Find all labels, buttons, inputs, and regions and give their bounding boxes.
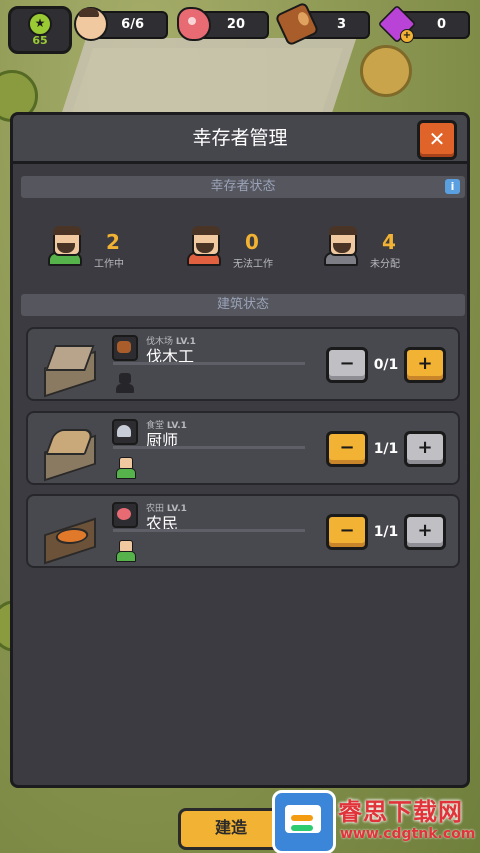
building-card-canteen: 食堂 LV.1 厨师 − 1/1 + [26,411,460,485]
map-tree [360,45,412,97]
increase-button[interactable]: + [404,514,446,550]
star-icon: ★ [28,12,52,36]
meat-count: 20 [226,17,245,32]
survivor-status-label: 幸存者状态 [210,179,276,194]
canteen-icon [38,421,98,482]
increase-button[interactable]: + [404,347,446,383]
stat-unassigned: 4 未分配 [324,226,444,272]
decrease-button[interactable]: − [326,514,368,550]
divider [113,446,305,449]
survivor-counter[interactable]: 6/6 [74,7,168,41]
increase-button[interactable]: + [404,431,446,467]
food-dome-icon [112,419,138,445]
working-label: 工作中 [94,259,124,270]
worker-count: 0/1 [373,357,399,373]
worker-slot-filled-icon[interactable] [116,457,136,479]
building-status-header: 建筑状态 [21,294,465,316]
level-value: 65 [32,34,48,47]
level-badge[interactable]: ★ 65 [8,6,72,54]
survivor-working-icon [48,226,82,266]
wood-counter[interactable]: 3 [274,1,370,47]
close-button[interactable]: ✕ [417,120,457,160]
farm-icon [38,504,98,565]
unable-count: 0 [245,230,259,254]
survivor-management-panel: 幸存者管理 ✕ 幸存者状态 i 2 工作中 0 无法工作 4 未分配 建筑状态 … [10,112,470,788]
survivor-icon [74,7,108,41]
panel-title: 幸存者管理 [192,127,288,149]
watermark-title: 睿思下载网 [338,798,463,826]
building-card-farm: 农田 LV.1 农民 − 1/1 + [26,494,460,568]
divider [113,362,305,365]
meat-counter[interactable]: 20 [177,7,269,41]
worker-slot-filled-icon[interactable] [116,540,136,562]
decrease-button[interactable]: − [326,347,368,383]
gem-count: 0 [436,17,446,32]
survivor-status-header: 幸存者状态 i [21,176,465,198]
build-button[interactable]: 建造 [178,808,284,850]
watermark: 睿思下载网 www.cdgtnk.com [272,790,476,853]
wood-log-icon [112,335,138,361]
panel-header: 幸存者管理 ✕ [13,115,467,164]
stat-working: 2 工作中 [48,226,168,272]
survivor-count: 6/6 [121,17,144,32]
add-gems-icon[interactable]: + [400,29,414,43]
survivor-unable-icon [187,226,221,266]
wood-count: 3 [336,17,346,32]
worker-count: 1/1 [373,441,399,457]
building-status-label: 建筑状态 [216,297,269,312]
watermark-logo-icon [272,790,336,853]
unable-label: 无法工作 [233,259,273,270]
worker-slot-empty-icon [116,373,134,393]
watermark-url: www.cdgtnk.com [340,826,476,842]
top-hud: ★ 65 6/6 20 3 + 0 [0,0,480,54]
worker-count: 1/1 [373,524,399,540]
decrease-button[interactable]: − [326,431,368,467]
info-icon[interactable]: i [445,179,460,194]
lumber-mill-icon [38,337,98,398]
wood-icon [274,1,320,47]
unassigned-count: 4 [382,230,396,254]
gem-counter[interactable]: + 0 [377,4,470,44]
meat-icon [177,7,211,41]
stat-unable: 0 无法工作 [187,226,307,272]
survivor-unassigned-icon [324,226,358,266]
unassigned-label: 未分配 [370,259,400,270]
meat-icon [112,502,138,528]
building-card-lumber: 伐木场 LV.1 伐木工 − 0/1 + [26,327,460,401]
working-count: 2 [106,230,120,254]
divider [113,529,305,532]
